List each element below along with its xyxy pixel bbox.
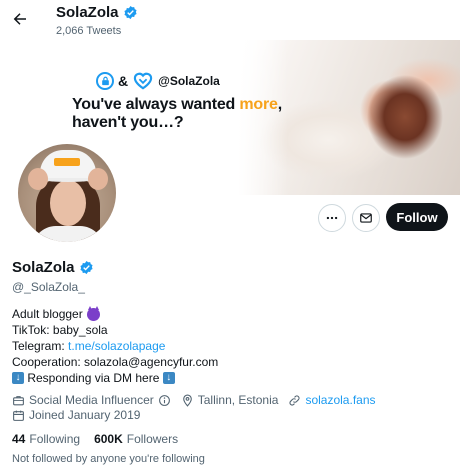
heart-logo-icon — [133, 72, 153, 90]
meta-website: solazola.fans — [288, 393, 376, 407]
verified-badge-icon — [123, 5, 137, 20]
avatar-hand-left — [28, 168, 48, 190]
devil-emoji-icon — [86, 305, 100, 321]
banner-handle-row: & @SolaZola — [96, 72, 220, 90]
follow-button[interactable]: Follow — [386, 203, 448, 231]
lock-icon — [96, 72, 114, 90]
verified-badge-icon[interactable] — [79, 260, 94, 275]
bio-dm: ↓ Responding via DM here ↓ — [12, 370, 218, 386]
profile-name-row: SolaZola — [12, 259, 94, 276]
website-link[interactable]: solazola.fans — [305, 393, 375, 407]
banner-ampersand: & — [118, 73, 129, 89]
joined-text: Joined January 2019 — [29, 408, 141, 422]
location-text: Tallinn, Estonia — [197, 393, 279, 407]
follow-stats: 44 Following 600K Followers — [12, 432, 178, 446]
tweet-count: 2,066 Tweets — [56, 25, 122, 37]
headline-part-1: You've always wanted — [72, 96, 240, 113]
bio-tiktok: TikTok: baby_sola — [12, 323, 108, 337]
bio-dm-text: Responding via DM here — [24, 371, 163, 385]
bio-cooperation: Cooperation: solazola@agencyfur.com — [12, 355, 219, 369]
profile-avatar[interactable] — [14, 140, 120, 246]
arrow-left-icon — [13, 13, 26, 25]
headline-line-2: haven't you…? — [72, 114, 184, 131]
meta-location: Tallinn, Estonia — [181, 393, 279, 407]
avatar-cap-logo — [54, 158, 80, 166]
telegram-link[interactable]: t.me/solazolapage — [68, 338, 165, 354]
followers-label: Followers — [126, 432, 179, 446]
followed-by-note: Not followed by anyone you're following — [12, 453, 205, 465]
following-count: 44 — [12, 432, 26, 446]
display-name: SolaZola — [12, 259, 75, 276]
headline-accent: more — [239, 96, 278, 113]
followers-stat[interactable]: 600K Followers — [94, 432, 178, 446]
more-options-button[interactable] — [318, 204, 346, 232]
headline-part-2: , — [277, 96, 282, 113]
category-text: Social Media Influencer — [29, 393, 154, 407]
envelope-icon — [360, 213, 372, 223]
bio-telegram-label: Telegram: — [12, 339, 65, 353]
bio-adult-blogger: Adult blogger — [12, 307, 83, 321]
profile-meta-row: Social Media Influencer Tallinn, Estonia… — [12, 393, 386, 407]
bio-telegram: Telegram: t.me/solazolapage — [12, 338, 218, 354]
following-label: Following — [29, 432, 81, 446]
followers-count: 600K — [94, 432, 123, 446]
down-arrow-emoji-icon: ↓ — [162, 372, 175, 384]
header-title-row: SolaZola — [56, 4, 138, 21]
username: @_SolaZola_ — [12, 280, 85, 294]
down-arrow-emoji-icon: ↓ — [12, 372, 24, 384]
avatar-hand-right — [88, 168, 108, 190]
message-button[interactable] — [352, 204, 380, 232]
info-icon[interactable] — [158, 394, 171, 407]
meta-category: Social Media Influencer — [12, 393, 171, 407]
following-stat[interactable]: 44 Following — [12, 432, 80, 446]
avatar-face — [50, 180, 86, 226]
more-horizontal-icon — [326, 216, 338, 220]
banner-headline: You've always wanted more, haven't you…? — [72, 96, 282, 132]
location-pin-icon — [182, 394, 192, 407]
avatar-shirt — [32, 226, 104, 242]
bio-line-1: Adult blogger — [12, 305, 218, 322]
profile-bio: Adult blogger TikTok: baby_sola Telegram… — [12, 305, 219, 386]
briefcase-icon — [13, 395, 24, 405]
link-icon — [289, 394, 300, 406]
meta-joined: Joined January 2019 — [12, 408, 140, 422]
header-title: SolaZola — [56, 4, 119, 21]
banner-handle: @SolaZola — [158, 74, 220, 88]
back-button[interactable] — [10, 9, 30, 29]
profile-header: SolaZola 2,066 Tweets — [0, 0, 460, 40]
calendar-icon — [13, 410, 24, 421]
